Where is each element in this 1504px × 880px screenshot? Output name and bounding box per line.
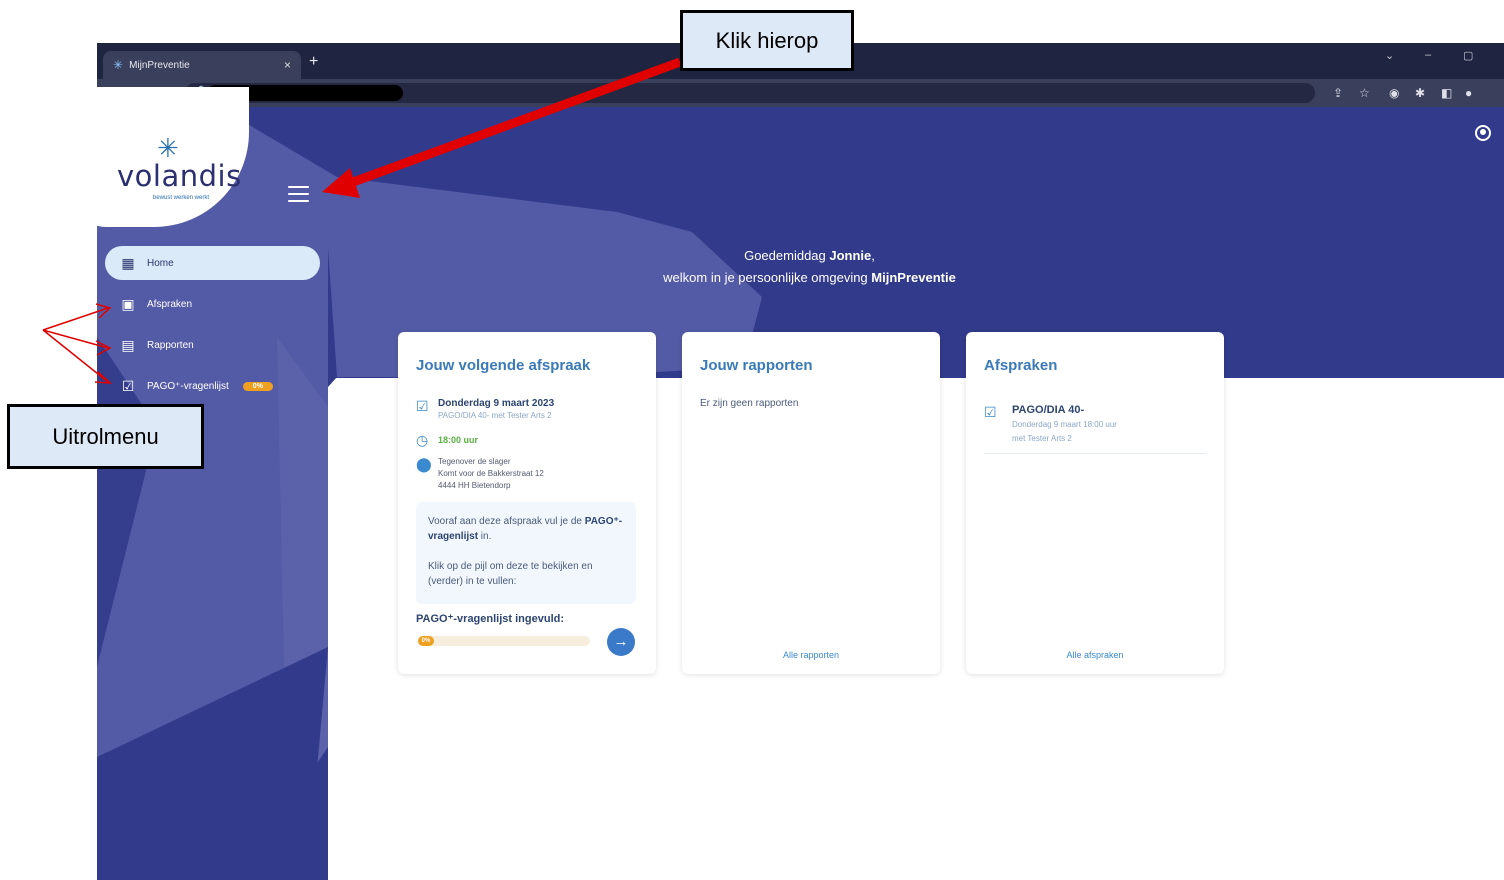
location-pin-icon: ⬤ [416,456,432,472]
location-line: Tegenover de slager [438,457,511,466]
sidebar-item-home[interactable]: ▦ Home [105,246,320,280]
questionnaire-info-box: Vooraf aan deze afspraak vul je de PAGO⁺… [416,502,636,604]
greeting-suffix: , [871,248,875,263]
info-prefix: Vooraf aan deze afspraak vul je de [428,516,585,527]
maximize-icon[interactable]: ▢ [1463,49,1473,62]
appointment-date-row: ☑ Donderdag 9 maart 2023 PAGO/DIA 40- me… [416,398,554,420]
appointment-item-date: Donderdag 9 maart 18:00 uur [1012,420,1117,429]
puzzle-icon[interactable]: ✱ [1415,86,1425,100]
location-line: Komt voor de Bakkerstraat 12 [438,469,544,478]
checklist-icon: ☑ [416,398,429,414]
sidebar-item-label: Rapporten [147,339,194,351]
welcome-greeting: Goedemiddag Jonnie, welkom in je persoon… [447,245,1172,289]
progress-bar: 0% [418,636,590,646]
location-line: 4444 HH Bietendorp [438,481,511,490]
card-title: Jouw volgende afspraak [416,357,591,374]
hamburger-bar [288,193,309,195]
extension-icon[interactable]: ◉ [1389,86,1399,100]
clock-icon: ◷ [416,432,429,448]
checklist-icon: ☑ [984,404,997,420]
info-text-2: Klik op de pijl om deze te bekijken en (… [428,561,593,587]
appointment-time: 18:00 uur [438,435,479,445]
home-icon: ▦ [121,254,135,271]
sidebar-item-afspraken[interactable]: ▣ Afspraken [105,287,320,321]
greeting-prefix: Goedemiddag [744,248,830,263]
sidebar-nav: ▦ Home ▣ Afspraken ▤ Rapporten ☑ PAGO⁺-v… [105,246,320,410]
sidebar-item-label: Afspraken [147,298,193,310]
address-bar: ← → ↻ 🔒 ⇪ ☆ ◉ ✱ ◧ ● [97,79,1504,107]
hamburger-bar [288,186,309,188]
all-appointments-link[interactable]: Alle afspraken [966,650,1224,660]
brand-name: MijnPreventie [871,270,956,285]
checklist-icon: ☑ [121,377,135,394]
greeting-line-2: welkom in je persoonlijke omgeving MijnP… [447,267,1172,289]
tab-title: MijnPreventie [129,59,190,71]
annotation-dropdown-menu: Uitrolmenu [7,404,204,469]
user-name: Jonnie [829,248,872,263]
report-icon: ▤ [121,336,135,353]
progress-label: PAGO⁺-vragenlijst ingevuld: [416,613,565,625]
info-suffix: in. [478,531,492,542]
logo-wordmark: volandis [117,159,242,193]
appointment-list-item[interactable]: ☑ PAGO/DIA 40- Donderdag 9 maart 18:00 u… [984,404,1206,454]
appointments-card: Afspraken ☑ PAGO/DIA 40- Donderdag 9 maa… [966,332,1224,674]
sidebar-item-label: PAGO⁺-vragenlijst [147,380,229,392]
tab-search-icon[interactable]: ⌄ [1385,49,1394,62]
user-account-icon[interactable] [1475,125,1491,141]
appointment-date: Donderdag 9 maart 2023 [438,398,555,409]
calendar-icon: ▣ [121,295,135,312]
progress-percent: 0% [418,636,434,646]
hamburger-menu-icon[interactable] [288,186,309,202]
card-title: Afspraken [984,357,1058,374]
share-icon[interactable]: ⇪ [1333,86,1343,100]
new-tab-icon[interactable]: + [309,53,318,71]
open-questionnaire-button[interactable]: → [607,628,635,656]
side-panel-icon[interactable]: ◧ [1441,86,1452,100]
info-text-1: Vooraf aan deze afspraak vul je de PAGO⁺… [428,514,624,544]
next-appointment-card: Jouw volgende afspraak ☑ Donderdag 9 maa… [398,332,656,674]
all-reports-link[interactable]: Alle rapporten [682,650,940,660]
favicon-icon: ✳ [113,58,124,72]
url-input[interactable]: 🔒 [185,83,1315,103]
empty-reports-text: Er zijn geen rapporten [700,398,799,409]
appointment-location-row: ⬤ Tegenover de slager Komt voor de Bakke… [416,456,544,492]
hamburger-bar [288,200,309,202]
card-title: Jouw rapporten [700,357,813,374]
appointment-item-title: PAGO/DIA 40- [1012,404,1085,416]
reports-card: Jouw rapporten Er zijn geen rapporten Al… [682,332,940,674]
profile-icon[interactable]: ● [1465,86,1472,100]
annotation-click-here: Klik hierop [680,10,854,71]
sidebar-item-pago-vragenlijst[interactable]: ☑ PAGO⁺-vragenlijst 0% [105,369,320,403]
tab-close-icon[interactable]: × [284,58,291,72]
bookmark-star-icon[interactable]: ☆ [1359,86,1370,100]
appointment-subtitle: PAGO/DIA 40- met Tester Arts 2 [438,411,552,420]
browser-window: ✳ MijnPreventie × + ⌄ – ▢ ← → ↻ 🔒 ⇪ ☆ ◉ … [97,43,1504,880]
progress-badge: 0% [242,381,273,391]
app-viewport: ✳ volandis bewust werken werkt ▦ Home ▣ … [97,87,1504,880]
greeting-line-1: Goedemiddag Jonnie, [447,245,1172,267]
volandis-logo[interactable]: ✳ volandis bewust werken werkt [117,133,241,207]
appointment-item-doctor: met Tester Arts 2 [1012,434,1072,443]
browser-tab[interactable]: ✳ MijnPreventie × [103,51,301,79]
sidebar-item-label: Home [147,257,174,269]
minimize-icon[interactable]: – [1425,49,1431,61]
greeting-line2-prefix: welkom in je persoonlijke omgeving [663,270,872,285]
logo-tagline: bewust werken werkt [153,195,210,201]
appointment-time-row: ◷ 18:00 uur [416,432,478,449]
sidebar-item-rapporten[interactable]: ▤ Rapporten [105,328,320,362]
